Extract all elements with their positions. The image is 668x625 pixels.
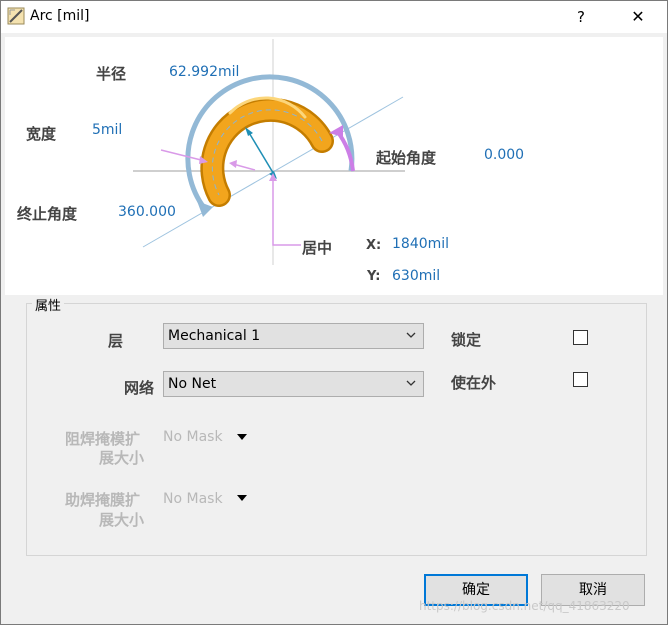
solder-mask-label-line1: 阻焊掩模扩 xyxy=(65,430,141,448)
dropdown-triangle-icon[interactable] xyxy=(237,434,247,440)
properties-group-title: 属性 xyxy=(32,295,65,314)
close-button[interactable]: ✕ xyxy=(624,5,652,29)
net-label: 网络 xyxy=(124,379,155,397)
solder-mask-label-line2: 展大小 xyxy=(99,449,145,467)
center-x-label: X: xyxy=(366,238,382,253)
arc-diagram-panel: 半径 62.992mil 宽度 5mil 起始角度 0.000 终止角度 360… xyxy=(5,37,663,295)
arc-dialog: Arc [mil] ? ✕ 半径 62.992mil 宽度 5mil 起始角度 … xyxy=(0,0,668,625)
ruler-pencil-icon xyxy=(7,7,25,25)
radius-label: 半径 xyxy=(96,65,127,83)
lock-label: 锁定 xyxy=(451,331,482,349)
width-input[interactable]: 5mil xyxy=(92,122,122,138)
center-y-value[interactable]: 630mil xyxy=(392,268,440,284)
end-angle-label: 终止角度 xyxy=(17,205,78,223)
dialog-body: 半径 62.992mil 宽度 5mil 起始角度 0.000 终止角度 360… xyxy=(1,33,667,624)
net-select[interactable]: No Net xyxy=(163,371,424,397)
dropdown-triangle-icon[interactable] xyxy=(237,495,247,501)
radius-arrowhead-top xyxy=(245,127,253,136)
lock-checkbox[interactable] xyxy=(573,330,588,345)
layer-select-value: Mechanical 1 xyxy=(168,328,261,344)
start-angle-value[interactable]: 0.000 xyxy=(484,147,524,163)
width-arrowhead-right xyxy=(229,160,237,168)
net-select-value: No Net xyxy=(168,376,217,392)
arc-body xyxy=(202,100,332,205)
start-angle-label: 起始角度 xyxy=(376,149,437,167)
chevron-down-icon xyxy=(406,332,416,338)
paste-mask-label-line2: 展大小 xyxy=(99,511,145,529)
watermark-text: https://blog.csdn.net/qq_41863220 xyxy=(419,599,630,613)
layer-select[interactable]: Mechanical 1 xyxy=(163,323,424,349)
end-angle-value[interactable]: 360.000 xyxy=(118,204,176,220)
center-leader xyxy=(272,177,301,246)
paste-mask-label-line1: 助焊掩膜扩 xyxy=(65,491,141,509)
help-button[interactable]: ? xyxy=(567,5,595,29)
keepout-checkbox[interactable] xyxy=(573,372,588,387)
keepout-label: 使在外 xyxy=(451,374,497,392)
window-title: Arc [mil] xyxy=(30,8,90,24)
width-arrow-left xyxy=(160,149,206,162)
radius-value[interactable]: 62.992mil xyxy=(169,64,239,80)
chevron-down-icon xyxy=(406,380,416,386)
solder-mask-combo[interactable]: No Mask xyxy=(163,429,223,445)
layer-label: 层 xyxy=(108,332,124,350)
width-label: 宽度 xyxy=(26,125,57,143)
center-label: 居中 xyxy=(302,239,333,257)
title-bar[interactable]: Arc [mil] ? ✕ xyxy=(1,1,667,33)
paste-mask-combo[interactable]: No Mask xyxy=(163,491,223,507)
center-x-value[interactable]: 1840mil xyxy=(392,236,449,252)
center-y-label: Y: xyxy=(367,269,381,284)
